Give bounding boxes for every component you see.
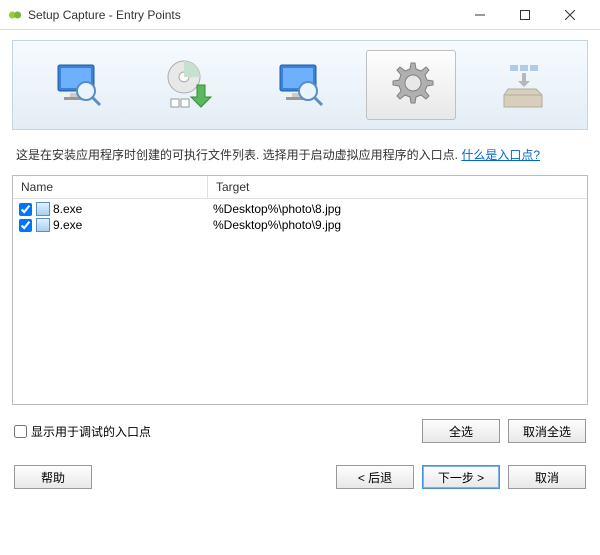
row-target: %Desktop%\photo\9.jpg	[213, 218, 581, 232]
row-checkbox[interactable]	[19, 219, 32, 232]
row-name: 8.exe	[53, 202, 213, 216]
titlebar: Setup Capture - Entry Points	[0, 0, 600, 30]
entry-points-list: Name Target 8.exe %Desktop%\photo\8.jpg …	[12, 175, 588, 405]
row-target: %Desktop%\photo\8.jpg	[213, 202, 581, 216]
debug-checkbox-label[interactable]: 显示用于调试的入口点	[14, 423, 414, 440]
exe-icon	[36, 202, 50, 216]
row-checkbox[interactable]	[19, 203, 32, 216]
step-package-icon[interactable]	[477, 50, 567, 120]
select-all-button[interactable]: 全选	[422, 419, 500, 443]
help-button[interactable]: 帮助	[14, 465, 92, 489]
list-header: Name Target	[13, 176, 587, 199]
debug-label-text: 显示用于调试的入口点	[31, 423, 151, 440]
next-button[interactable]: 下一步 >	[422, 465, 500, 489]
step-disc-download-icon[interactable]	[144, 50, 234, 120]
list-body: 8.exe %Desktop%\photo\8.jpg 9.exe %Deskt…	[13, 199, 587, 235]
description-prefix: 这是在安装应用程序时创建的可执行文件列表. 选择用于启动虚拟应用程序的入口点.	[16, 148, 461, 162]
what-is-entry-point-link[interactable]: 什么是入口点?	[461, 148, 540, 162]
step-monitor-search-2-icon[interactable]	[255, 50, 345, 120]
step-gear-icon[interactable]	[366, 50, 456, 120]
list-row[interactable]: 9.exe %Desktop%\photo\9.jpg	[13, 217, 587, 233]
column-header-target[interactable]: Target	[208, 176, 587, 198]
back-button[interactable]: < 后退	[336, 465, 414, 489]
window-controls	[457, 0, 592, 29]
wizard-steps-toolbar	[12, 40, 588, 130]
step-monitor-search-icon[interactable]	[33, 50, 123, 120]
app-icon	[8, 8, 22, 22]
options-row: 显示用于调试的入口点 全选 取消全选	[12, 405, 588, 453]
cancel-button[interactable]: 取消	[508, 465, 586, 489]
exe-icon	[36, 218, 50, 232]
deselect-all-button[interactable]: 取消全选	[508, 419, 586, 443]
list-row[interactable]: 8.exe %Desktop%\photo\8.jpg	[13, 201, 587, 217]
window-title: Setup Capture - Entry Points	[28, 8, 457, 22]
maximize-button[interactable]	[502, 0, 547, 29]
wizard-buttons: 帮助 < 后退 下一步 > 取消	[12, 453, 588, 499]
description-text: 这是在安装应用程序时创建的可执行文件列表. 选择用于启动虚拟应用程序的入口点. …	[12, 130, 588, 175]
debug-checkbox[interactable]	[14, 425, 27, 438]
close-button[interactable]	[547, 0, 592, 29]
minimize-button[interactable]	[457, 0, 502, 29]
column-header-name[interactable]: Name	[13, 176, 208, 198]
row-name: 9.exe	[53, 218, 213, 232]
